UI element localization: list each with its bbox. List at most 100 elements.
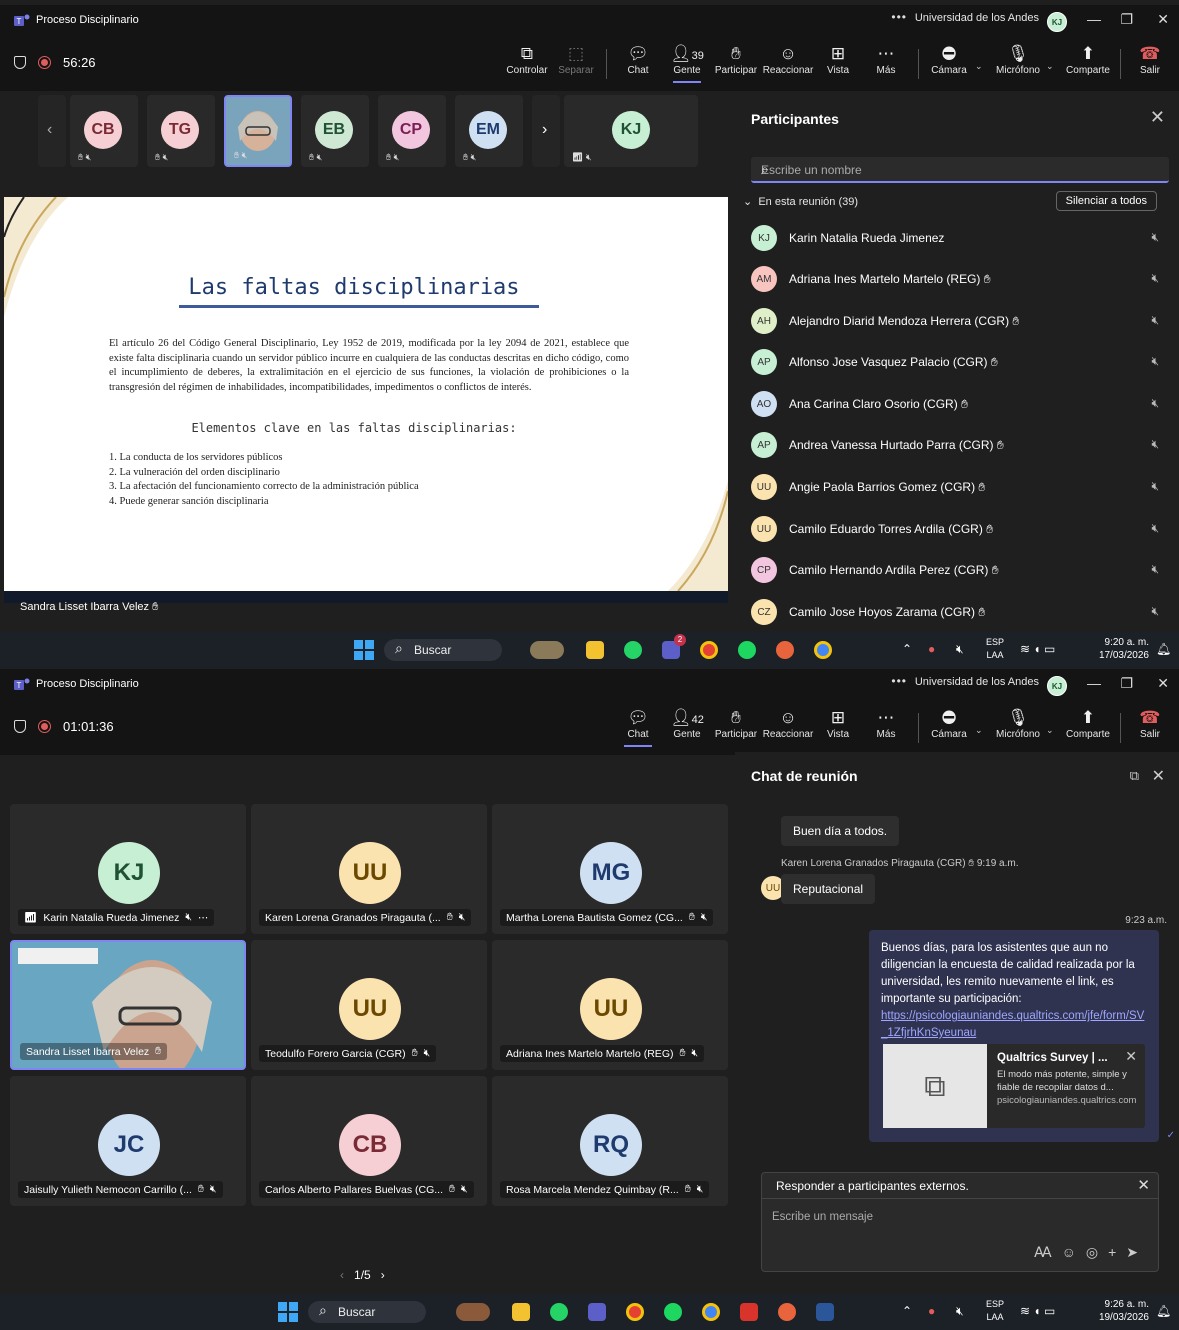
shield-icon[interactable] <box>14 720 26 733</box>
message-input[interactable]: Escribe un mensaje <box>772 1211 873 1223</box>
emoji-icon[interactable]: ☺ <box>1062 1244 1086 1260</box>
file-explorer-icon[interactable] <box>512 1303 530 1321</box>
chrome-canary-icon[interactable] <box>776 641 794 659</box>
mic-off-icon[interactable]: 🔇︎ <box>956 642 964 657</box>
pinned-thumb[interactable]: KJ 📶︎ 🔇︎ <box>564 95 698 167</box>
restore-icon[interactable]: ❐ <box>1120 675 1133 692</box>
restore-icon[interactable]: ❐ <box>1120 11 1133 28</box>
share-button[interactable]: ⬆ Comparte <box>1060 43 1116 76</box>
windows-start-icon[interactable] <box>354 640 374 660</box>
strip-prev-button[interactable]: ‹ <box>38 95 66 167</box>
more-button[interactable]: ⋯ Más <box>862 43 910 76</box>
minimize-icon[interactable]: — <box>1087 675 1101 691</box>
control-button[interactable]: ⧉ Controlar <box>503 43 551 76</box>
widget-icon[interactable] <box>530 641 564 659</box>
video-tile[interactable]: UU Adriana Ines Martelo Martelo (REG) ✋︎ 🔇︎ <box>492 940 728 1070</box>
participant-thumb[interactable]: EM ✋︎ 🔇︎ <box>455 95 523 167</box>
wifi-icon[interactable]: ≋ ◖ ▭ <box>1020 1304 1055 1318</box>
video-tile[interactable]: UU Teodulfo Forero Garcia (CGR) ✋︎ 🔇︎ <box>251 940 487 1070</box>
strip-next-button[interactable]: › <box>532 95 560 167</box>
close-banner-icon[interactable]: ✕ <box>1137 1176 1150 1194</box>
participant-row[interactable]: KJ Karin Natalia Rueda Jimenez 🔇︎ <box>751 218 1161 258</box>
teams-meeting-tray-icon[interactable]: ● <box>928 642 935 656</box>
close-preview-icon[interactable]: ✕ <box>1125 1048 1137 1065</box>
chat-button[interactable]: 💬︎ Chat <box>614 43 662 76</box>
participant-row[interactable]: AP Alfonso Jose Vasquez Palacio (CGR) ✋︎ 🔇… <box>751 342 1161 382</box>
chrome-icon[interactable] <box>700 641 718 659</box>
video-tile[interactable]: UU Karen Lorena Granados Piragauta (... ✋︎… <box>251 804 487 934</box>
chevron-left-icon[interactable]: ‹ <box>340 1268 344 1282</box>
search-input[interactable]: Escribe un nombre ⌕ <box>751 157 1169 183</box>
participant-row[interactable]: AM Adriana Ines Martelo Martelo (REG) ✋︎ 🔇… <box>751 259 1161 299</box>
minimize-icon[interactable]: — <box>1087 11 1101 27</box>
camera-button[interactable]: ⛔︎ Cámara <box>925 707 973 740</box>
mic-off-icon[interactable]: 🔇︎ <box>956 1304 964 1319</box>
chrome-canary-icon[interactable] <box>778 1303 796 1321</box>
section-header[interactable]: ⌄ En esta reunión (39) <box>743 195 858 208</box>
chevron-right-icon[interactable]: › <box>381 1268 385 1282</box>
camera-options-icon[interactable]: ⌄ <box>975 61 983 72</box>
participant-row[interactable]: UU Camilo Eduardo Torres Ardila (CGR) ✋︎ 🔇… <box>751 509 1161 549</box>
notifications-icon[interactable]: 🔔︎ <box>1156 642 1171 656</box>
whatsapp-icon[interactable] <box>550 1303 568 1321</box>
more-options-icon[interactable]: ••• <box>891 10 907 24</box>
people-button[interactable]: 👤︎39 Gente <box>663 43 711 83</box>
react-button[interactable]: ☺ Reaccionar <box>762 707 814 740</box>
shield-icon[interactable] <box>14 56 26 69</box>
link-preview-card[interactable]: ⧉ Qualtrics Survey | ... ✕ El modo más p… <box>883 1044 1145 1128</box>
participant-row[interactable]: AO Ana Carina Claro Osorio (CGR) ✋︎ 🔇︎ <box>751 384 1161 424</box>
pdf-reader-icon[interactable] <box>740 1303 758 1321</box>
spotify-icon[interactable] <box>738 641 756 659</box>
video-tile[interactable]: MG Martha Lorena Bautista Gomez (CG... ✋︎ 🔇… <box>492 804 728 934</box>
video-tile-self[interactable]: Sandra Lisset Ibarra Velez ✋︎ <box>10 940 246 1070</box>
word-icon[interactable] <box>816 1303 834 1321</box>
view-button[interactable]: ⊞ Vista <box>814 707 862 740</box>
send-icon[interactable]: ➤ <box>1126 1244 1148 1260</box>
org-name[interactable]: Universidad de los Andes <box>915 676 1039 688</box>
taskbar-search[interactable]: Buscar <box>384 639 502 661</box>
mic-options-icon[interactable]: ⌄ <box>1046 61 1054 72</box>
participant-thumb[interactable]: TG ✋︎ 🔇︎ <box>147 95 215 167</box>
notifications-icon[interactable]: 🔔︎ <box>1156 1304 1171 1318</box>
video-tile[interactable]: JC Jaisully Yulieth Nemocon Carrillo (...… <box>10 1076 246 1206</box>
participant-thumb-self[interactable]: ✋︎ 🔇︎ <box>224 95 292 167</box>
camera-button[interactable]: ⛔︎ Cámara <box>925 43 973 76</box>
view-button[interactable]: ⊞ Vista <box>814 43 862 76</box>
participant-row[interactable]: CP Camilo Hernando Ardila Perez (CGR) ✋︎ 🔇… <box>751 550 1161 590</box>
leave-button[interactable]: ☎︎ Salir <box>1126 707 1174 740</box>
account-avatar[interactable]: KJ <box>1047 676 1067 696</box>
close-icon[interactable]: ✕ <box>1152 766 1165 786</box>
org-name[interactable]: Universidad de los Andes <box>915 12 1039 24</box>
leave-button[interactable]: ☎︎ Salir <box>1126 43 1174 76</box>
mute-all-button[interactable]: Silenciar a todos <box>1055 191 1157 211</box>
share-button[interactable]: ⬆ Comparte <box>1060 707 1116 740</box>
microphone-button[interactable]: 🎙︎ Micrófono <box>990 707 1046 740</box>
loop-icon[interactable]: ◎ <box>1086 1244 1108 1260</box>
account-avatar[interactable]: KJ <box>1047 12 1067 32</box>
format-icon[interactable]: Ꜳ <box>1034 1244 1062 1260</box>
widget-icon[interactable] <box>456 1303 490 1321</box>
chrome-profile-icon[interactable] <box>702 1303 720 1321</box>
chevron-up-icon[interactable]: ⌃ <box>902 1304 912 1318</box>
video-tile[interactable]: RQ Rosa Marcela Mendez Quimbay (R... ✋︎ 🔇︎ <box>492 1076 728 1206</box>
participant-row[interactable]: AH Alejandro Diarid Mendoza Herrera (CGR)… <box>751 301 1161 341</box>
taskbar-search[interactable]: Buscar <box>308 1301 426 1323</box>
survey-link[interactable]: https://psicologiauniandes.qualtrics.com… <box>881 1010 1144 1039</box>
windows-start-icon[interactable] <box>278 1302 298 1322</box>
mic-options-icon[interactable]: ⌄ <box>1046 725 1054 736</box>
participant-row[interactable]: AP Andrea Vanessa Hurtado Parra (CGR) ✋︎ 🔇… <box>751 425 1161 465</box>
chrome-icon[interactable] <box>626 1303 644 1321</box>
participant-thumb[interactable]: CB ✋︎ 🔇︎ <box>70 95 138 167</box>
chat-button[interactable]: 💬︎ Chat <box>614 707 662 747</box>
video-tile[interactable]: KJ 📶︎ Karin Natalia Rueda Jimenez 🔇︎ ⋯ <box>10 804 246 934</box>
spotify-icon[interactable] <box>664 1303 682 1321</box>
file-explorer-icon[interactable] <box>586 641 604 659</box>
raise-hand-button[interactable]: ✋︎ Participar <box>712 43 760 76</box>
close-window-icon[interactable]: ✕ <box>1157 11 1169 28</box>
more-button[interactable]: ⋯ Más <box>862 707 910 740</box>
add-icon[interactable]: + <box>1108 1244 1126 1260</box>
clock[interactable]: 9:20 a. m. 17/03/2026 <box>1099 636 1149 662</box>
participant-thumb[interactable]: CP ✋︎ 🔇︎ <box>378 95 446 167</box>
whatsapp-icon[interactable] <box>624 641 642 659</box>
more-options-icon[interactable]: ••• <box>891 674 907 688</box>
